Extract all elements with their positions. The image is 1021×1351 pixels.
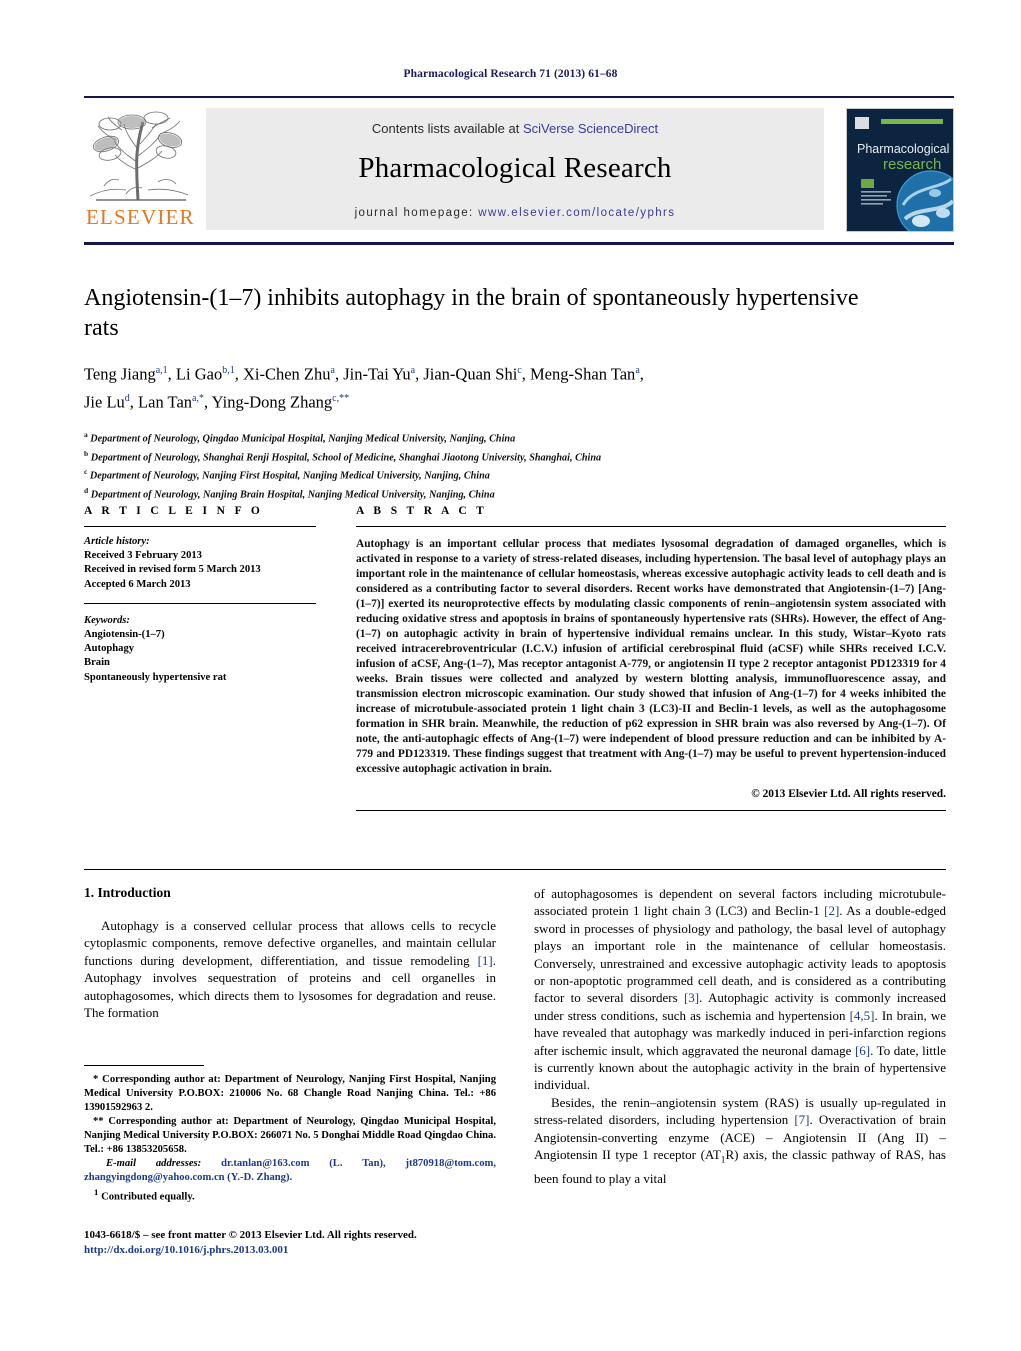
affiliation-item: c Department of Neurology, Nanjing First… (84, 467, 490, 482)
article-history-block: Article history: Received 3 February 201… (84, 535, 316, 592)
paragraph: of autophagosomes is dependent on severa… (534, 886, 947, 1093)
abstract-column: A B S T R A C T Autophagy is an importan… (356, 505, 946, 811)
divider (356, 526, 946, 527)
cover-artwork-icon: Pharmacological research (847, 109, 953, 231)
abstract-text: Autophagy is an important cellular proce… (356, 538, 946, 775)
article-info-column: A R T I C L E I N F O Article history: R… (84, 505, 316, 685)
reference-link[interactable]: [6] (855, 1043, 870, 1058)
footnote-contributed-equally: 1 Contributed equally. (94, 1187, 195, 1203)
affiliation-list: a Department of Neurology, Qingdao Munic… (84, 428, 864, 502)
keyword-item: Angiotensin-(1–7) (84, 629, 165, 641)
section-heading-introduction: 1. Introduction (84, 885, 171, 900)
abstract-heading: A B S T R A C T (356, 505, 488, 517)
divider (356, 810, 946, 811)
svg-text:Pharmacological: Pharmacological (857, 142, 949, 156)
footnotes-block: * Corresponding author at: Department of… (84, 1065, 496, 1205)
article-history-label: Article history: (84, 536, 150, 547)
body-top-divider (84, 869, 946, 870)
keyword-item: Spontaneously hypertensive rat (84, 671, 227, 683)
footnote-corresponding-author-1: * Corresponding author at: Department of… (84, 1074, 496, 1113)
footnote-corresponding-author-2: ** Corresponding author at: Department o… (84, 1116, 496, 1155)
abstract-copyright: © 2013 Elsevier Ltd. All rights reserved… (751, 788, 946, 800)
contents-prefix-text: Contents lists available at (371, 121, 523, 136)
reference-link[interactable]: [1] (478, 953, 493, 968)
elsevier-logo: ELSEVIER (86, 110, 194, 232)
doi-link[interactable]: http://dx.doi.org/10.1016/j.phrs.2013.03… (84, 1243, 584, 1258)
footnote-divider (84, 1065, 204, 1066)
journal-masthead: ELSEVIER Contents lists available at Sci… (84, 96, 954, 245)
imprint-block: 1043-6618/$ – see front matter © 2013 El… (84, 1228, 584, 1258)
body-left-column: 1. Introduction Autophagy is a conserved… (84, 885, 496, 1021)
article-info-heading: A R T I C L E I N F O (84, 505, 264, 517)
elsevier-tree-icon (89, 111, 189, 201)
affiliation-item: a Department of Neurology, Qingdao Munic… (84, 430, 516, 445)
page-title: Angiotensin-(1–7) inhibits autophagy in … (84, 285, 859, 341)
journal-cover-thumbnail: Pharmacological research (846, 108, 954, 232)
body-right-column: of autophagosomes is dependent on severa… (534, 885, 946, 1188)
contributed-equally-text: Contributed equally. (101, 1191, 195, 1203)
history-item: Accepted 6 March 2013 (84, 578, 191, 590)
keywords-block: Keywords: Angiotensin-(1–7) Autophagy Br… (84, 602, 316, 685)
keyword-item: Brain (84, 657, 110, 669)
title-block: Angiotensin-(1–7) inhibits autophagy in … (84, 283, 864, 502)
journal-homepage-line: journal homepage: www.elsevier.com/locat… (206, 207, 824, 219)
history-item: Received in revised form 5 March 2013 (84, 564, 261, 576)
contents-available-line: Contents lists available at SciVerse Sci… (206, 108, 824, 136)
paper-page: Pharmacological Research 71 (2013) 61–68 (0, 0, 1021, 1351)
author-list: Teng Jianga,1, Li Gaob,1, Xi-Chen Zhua, … (84, 359, 864, 414)
history-item: Received 3 February 2013 (84, 550, 202, 562)
reference-link[interactable]: [7] (794, 1112, 809, 1127)
affiliation-item: b Department of Neurology, Shanghai Renj… (84, 448, 602, 463)
running-head: Pharmacological Research 71 (2013) 61–68 (403, 68, 618, 80)
footnote-email-addresses: E-mail addresses: dr.tanlan@163.com (L. … (84, 1157, 496, 1185)
paragraph: Besides, the renin–angiotensin system (R… (534, 1094, 946, 1187)
reference-link[interactable]: [3] (684, 990, 699, 1005)
sciencedirect-link[interactable]: SciVerse ScienceDirect (523, 121, 658, 136)
imprint-line: 1043-6618/$ – see front matter © 2013 El… (84, 1229, 417, 1241)
email-addresses-label: E-mail addresses: (106, 1158, 202, 1169)
paragraph: Autophagy is a conserved cellular proces… (84, 918, 496, 1021)
masthead-center-band: Contents lists available at SciVerse Sci… (206, 108, 824, 230)
author-line-2: Jie Lud, Lan Tana,*, Ying-Dong Zhangc,** (84, 392, 350, 411)
reference-link[interactable]: [2] (824, 903, 839, 918)
keywords-label: Keywords: (84, 614, 130, 626)
affiliation-item: d Department of Neurology, Nanjing Brain… (84, 485, 495, 501)
keyword-item: Autophagy (84, 643, 135, 655)
journal-title: Pharmacological Research (358, 152, 672, 184)
homepage-label: journal homepage: (354, 207, 474, 219)
author-line-1: Teng Jianga,1, Li Gaob,1, Xi-Chen Zhua, … (84, 364, 644, 384)
divider (84, 526, 316, 527)
homepage-url-link[interactable]: www.elsevier.com/locate/yphrs (478, 207, 675, 219)
reference-link[interactable]: [4,5] (850, 1008, 875, 1023)
elsevier-wordmark: ELSEVIER (86, 205, 195, 229)
